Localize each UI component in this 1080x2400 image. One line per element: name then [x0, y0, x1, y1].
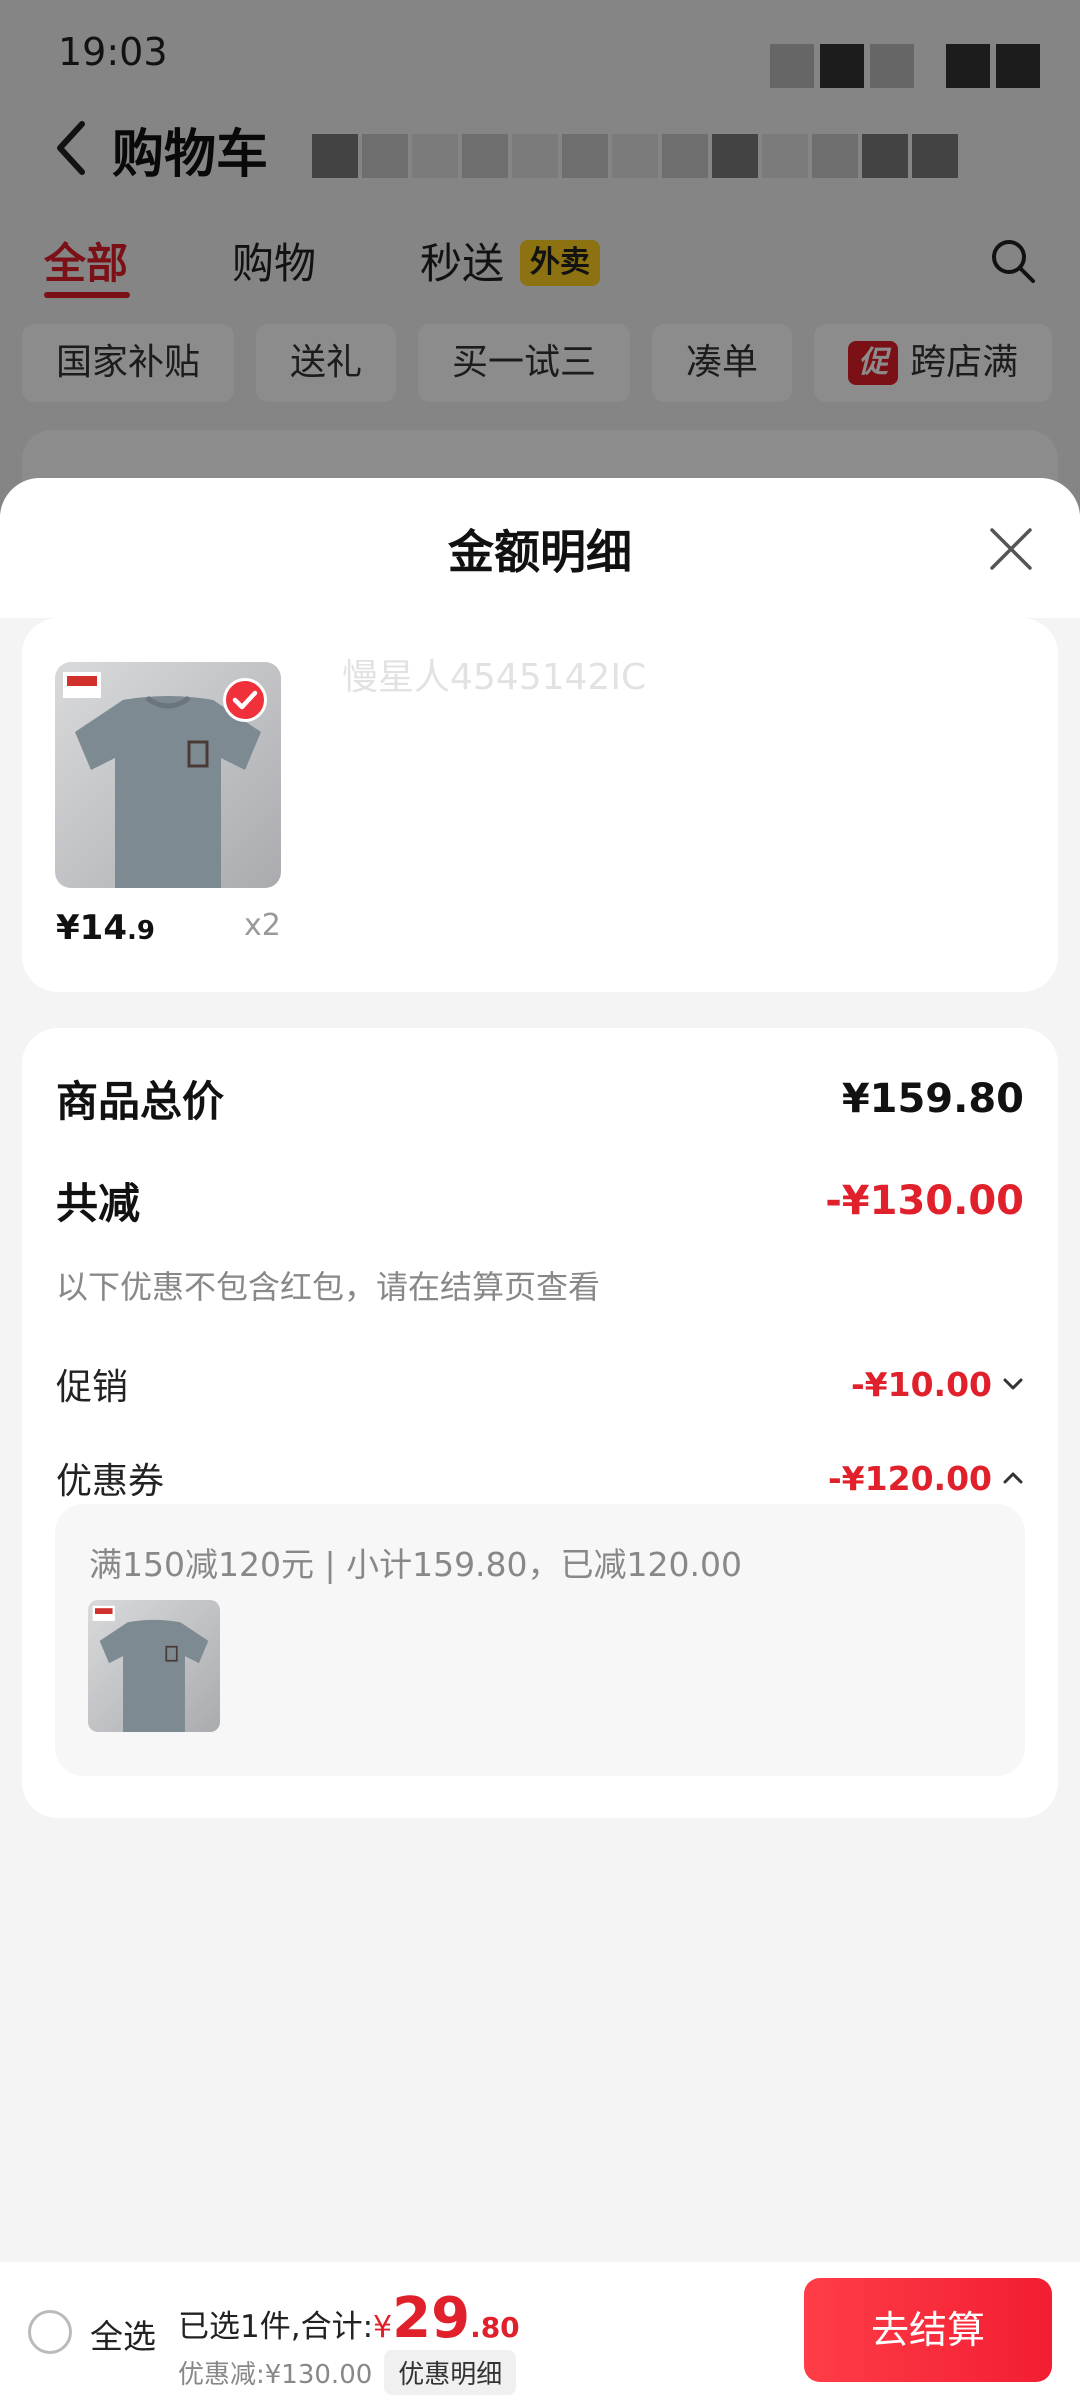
- product-quantity: x2: [244, 908, 281, 943]
- promotion-row[interactable]: 促销 -¥10.00: [56, 1358, 1024, 1410]
- coupon-detail-text: 满150减120元 | 小计159.80，已减120.00: [89, 1545, 743, 1584]
- total-price-value: ¥159.80: [841, 1075, 1024, 1122]
- discount-text: 优惠减:¥130.00: [178, 2360, 373, 2390]
- total-reduction-value: -¥130.00: [825, 1177, 1024, 1224]
- reduction-note: 以下优惠不包含红包，请在结算页查看: [56, 1268, 601, 1306]
- coupon-detail-box: 满150减120元 | 小计159.80，已减120.00: [55, 1504, 1025, 1776]
- total-price-label: 商品总价: [56, 1077, 225, 1126]
- coupon-label: 优惠券: [56, 1461, 165, 1502]
- total-reduction-label: 共减: [56, 1179, 141, 1228]
- discount-detail-button[interactable]: 优惠明细: [384, 2350, 517, 2395]
- select-all-label[interactable]: 全选: [90, 2310, 156, 2358]
- check-icon[interactable]: [223, 678, 267, 722]
- total-amount: 29: [392, 2286, 471, 2351]
- promotion-label: 促销: [56, 1367, 129, 1408]
- checkout-button[interactable]: 去结算: [804, 2278, 1052, 2382]
- watermark: 慢星人4545142IC: [342, 657, 647, 698]
- total-reduction-row: 共减 -¥130.00: [56, 1170, 1024, 1231]
- total-line: 已选1件,合计: ¥ 29 .80: [178, 2286, 520, 2351]
- sheet-header: 金额明细: [0, 478, 1080, 618]
- total-price-row: 商品总价 ¥159.80: [56, 1068, 1024, 1129]
- checkout-bar: 全选 已选1件,合计: ¥ 29 .80 优惠减:¥130.00 优惠明细 去结…: [0, 2262, 1080, 2400]
- coupon-value: -¥120.00: [827, 1458, 992, 1498]
- select-all-radio[interactable]: [28, 2310, 72, 2354]
- coupon-product-image: [88, 1600, 220, 1732]
- sheet-title: 金额明细: [448, 525, 632, 579]
- close-icon[interactable]: [986, 524, 1036, 574]
- chevron-up-icon[interactable]: [1002, 1467, 1024, 1489]
- amount-detail-sheet: 金额明细 ¥14.9 x2 商品总价 ¥159.80 共减 -¥130.00 以…: [0, 478, 1080, 2400]
- discount-line: 优惠减:¥130.00 优惠明细: [178, 2350, 517, 2395]
- product-image[interactable]: [55, 662, 281, 888]
- chevron-down-icon[interactable]: [1002, 1373, 1024, 1395]
- coupon-row[interactable]: 优惠券 -¥120.00: [56, 1452, 1024, 1504]
- product-price: ¥14.9: [56, 908, 155, 948]
- promotion-value: -¥10.00: [850, 1364, 992, 1404]
- price-summary-card: 商品总价 ¥159.80 共减 -¥130.00 以下优惠不包含红包，请在结算页…: [22, 1028, 1058, 1818]
